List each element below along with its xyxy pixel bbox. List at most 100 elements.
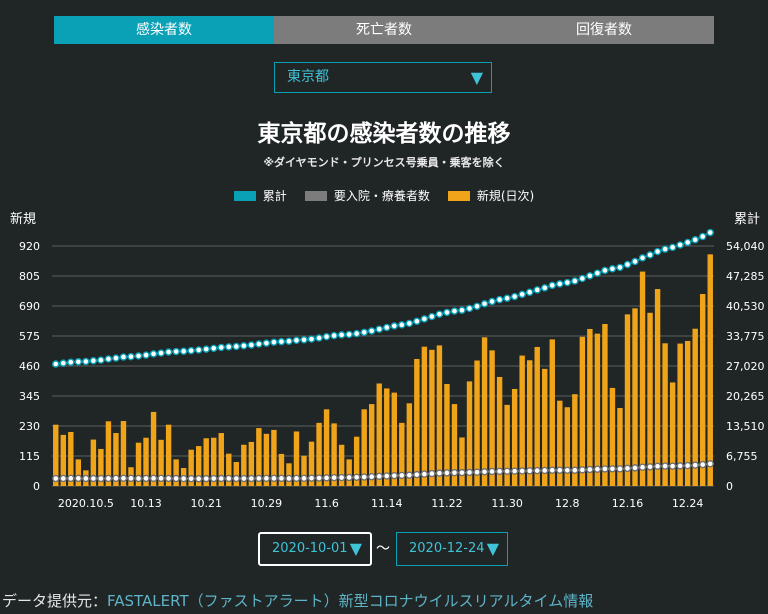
cumulative-point: [691, 236, 699, 244]
active-cases-point: [217, 474, 225, 483]
cumulative-point: [179, 347, 188, 355]
active-cases-point: [307, 474, 316, 482]
active-cases-point: [104, 474, 113, 483]
start-date-select[interactable]: 2020-10-01 ▼: [258, 532, 372, 566]
tab-deaths[interactable]: 死亡者数: [274, 16, 494, 44]
y-right-tick-label: 27,020: [726, 360, 765, 373]
active-cases-point: [631, 464, 639, 472]
cumulative-point: [495, 295, 504, 304]
active-cases-point: [134, 474, 143, 483]
active-cases-point: [465, 468, 474, 477]
active-cases-point: [255, 474, 263, 483]
bar-new-cases: [233, 462, 240, 486]
cumulative-point: [104, 355, 113, 363]
active-cases-point: [112, 474, 120, 483]
active-cases-point: [683, 461, 692, 470]
cumulative-point: [405, 319, 414, 328]
active-cases-point: [322, 474, 331, 482]
y-left-tick-label: 690: [19, 300, 40, 313]
bar-new-cases: [384, 388, 390, 486]
tab-infections[interactable]: 感染者数: [54, 16, 274, 44]
end-date-select[interactable]: 2020-12-24 ▼: [396, 532, 508, 566]
active-cases-point: [480, 468, 489, 476]
active-cases-point: [240, 474, 248, 483]
cumulative-point: [443, 308, 451, 317]
cumulative-point: [270, 338, 278, 346]
data-source-link[interactable]: FASTALERT（ファストアラート）新型コロナウイルスリアルタイム情報: [107, 592, 593, 610]
active-cases-point: [247, 474, 256, 483]
active-cases-point: [706, 460, 714, 468]
active-cases-point: [352, 473, 361, 481]
cumulative-point: [142, 351, 150, 359]
cumulative-point: [428, 312, 436, 321]
bar-new-cases: [549, 339, 555, 486]
cumulative-point: [541, 284, 549, 292]
cumulative-point: [593, 269, 602, 277]
active-cases-point: [593, 465, 602, 473]
active-cases-point: [345, 473, 353, 482]
region-select[interactable]: 東京都 ▼: [274, 62, 492, 93]
active-cases-point: [194, 475, 203, 483]
cumulative-point: [510, 292, 519, 301]
cumulative-point: [480, 300, 489, 308]
active-cases-point: [210, 474, 218, 483]
cumulative-point: [210, 344, 218, 353]
cumulative-point: [420, 315, 429, 323]
y-right-tick-label: 47,285: [726, 270, 765, 283]
bar-new-cases: [647, 312, 653, 486]
active-cases-point: [225, 474, 233, 483]
x-tick-label: 12.24: [672, 497, 704, 510]
tab-recoveries[interactable]: 回復者数: [494, 16, 714, 44]
cumulative-point: [262, 339, 271, 347]
cumulative-point: [345, 330, 353, 339]
active-cases-point: [172, 474, 180, 483]
active-cases-point: [473, 468, 481, 476]
start-date-value: 2020-10-01: [272, 541, 348, 556]
cumulative-point: [390, 322, 398, 330]
x-tick-label: 11.30: [491, 497, 523, 510]
active-cases-point: [67, 474, 75, 483]
metric-tabs: 感染者数 死亡者数 回復者数: [54, 16, 714, 44]
y-right-tick-label: 6,755: [726, 450, 758, 463]
bar-new-cases: [459, 437, 465, 486]
cumulative-point: [503, 294, 511, 302]
active-cases-point: [578, 466, 587, 474]
active-cases-point: [157, 474, 165, 483]
active-cases-point: [277, 474, 286, 483]
bar-new-cases: [602, 324, 608, 486]
cumulative-point: [556, 280, 564, 288]
active-cases-point: [360, 473, 368, 481]
cumulative-point: [368, 327, 376, 335]
bar-new-cases: [436, 345, 443, 486]
active-cases-point: [638, 463, 647, 471]
x-axis: 2020.10.5 10.13 10.21 10.29 11.6 11.14 11.22 11…: [58, 497, 704, 510]
bar-new-cases: [587, 328, 593, 486]
cumulative-point: [548, 281, 556, 290]
active-cases-point: [285, 474, 293, 483]
active-cases-point: [368, 473, 376, 481]
active-cases-point: [443, 469, 451, 477]
active-cases-point: [563, 466, 572, 474]
x-tick-label: 11.6: [314, 497, 339, 510]
x-tick-label: 2020.10.5: [58, 497, 114, 510]
active-cases-point: [616, 465, 624, 473]
active-cases-point: [661, 462, 669, 470]
bar-new-cases: [639, 271, 646, 486]
y-axis-right-title: 累計: [734, 211, 760, 227]
active-cases-point: [89, 474, 98, 483]
cumulative-point: [300, 336, 308, 344]
cumulative-point: [360, 328, 368, 336]
bar-new-cases: [534, 346, 540, 486]
cumulative-point: [676, 241, 684, 249]
y-right-tick-label: 13,510: [726, 420, 765, 433]
cumulative-point: [134, 352, 143, 360]
cumulative-point: [631, 257, 639, 266]
cumulative-point: [119, 353, 128, 361]
active-cases-point: [315, 474, 323, 482]
x-tick-label: 10.29: [251, 497, 283, 510]
active-cases-point: [82, 474, 90, 483]
bar-new-cases: [594, 333, 601, 486]
y-right-tick-label: 40,530: [726, 300, 765, 313]
cumulative-point: [450, 307, 459, 315]
line-series-cumulative: [52, 228, 714, 368]
